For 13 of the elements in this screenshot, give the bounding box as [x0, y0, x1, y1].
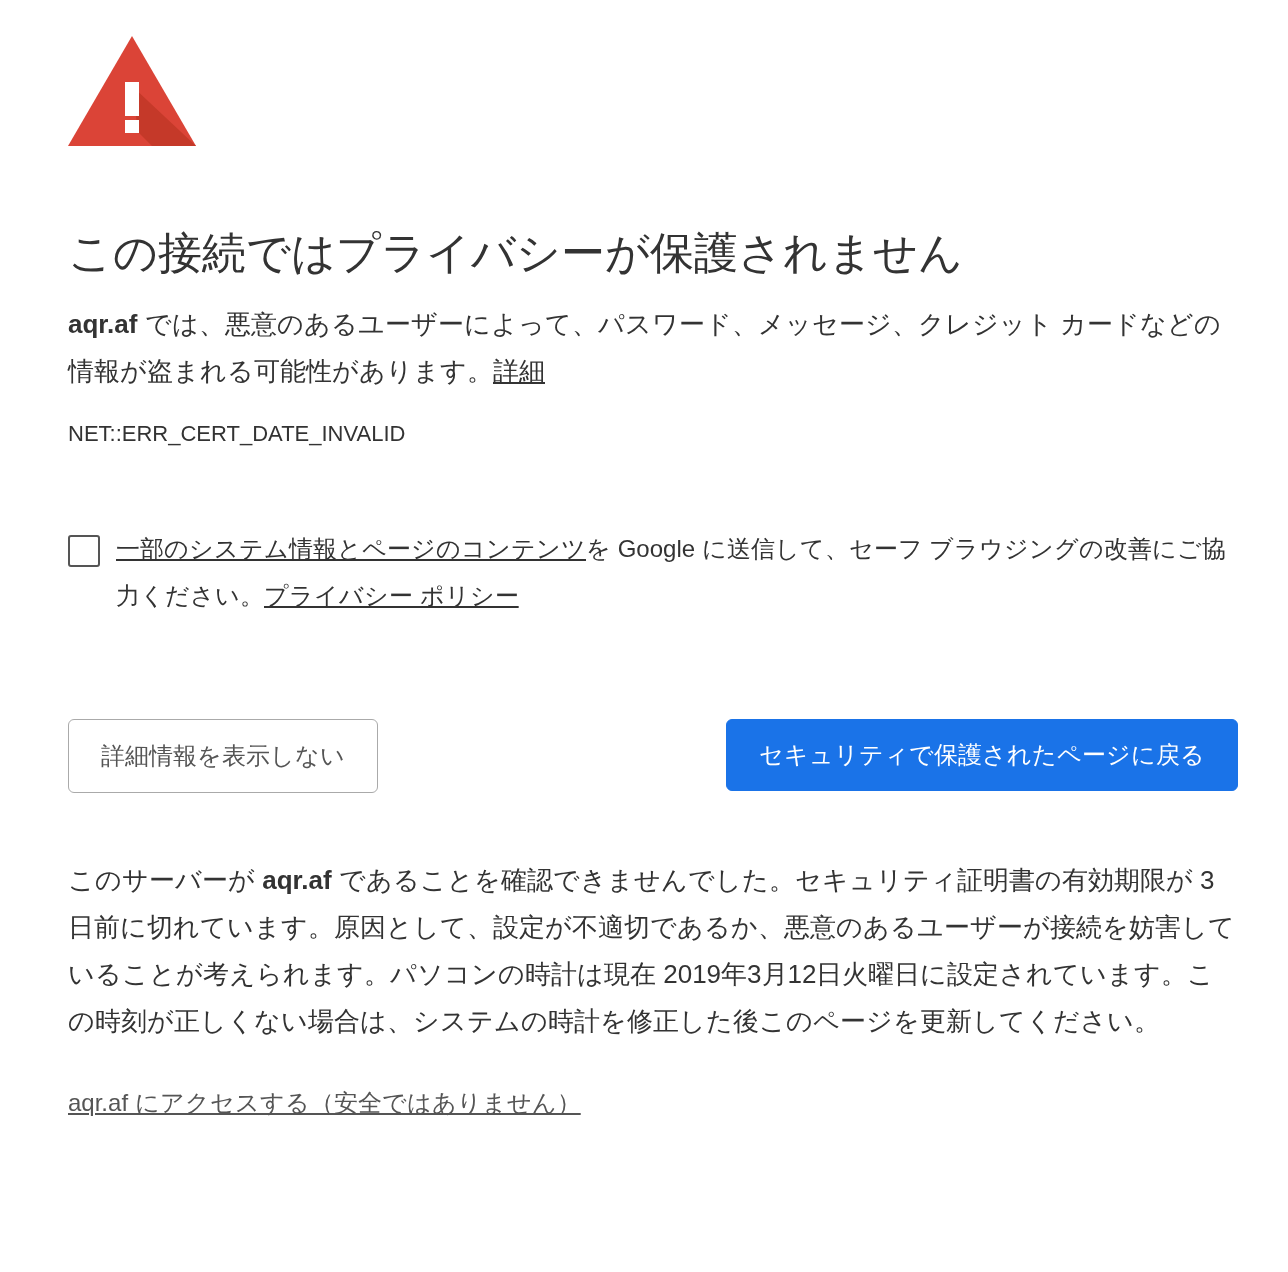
- privacy-policy-link[interactable]: プライバシー ポリシー: [264, 582, 519, 610]
- details-link[interactable]: 詳細: [493, 356, 545, 387]
- hide-details-button[interactable]: 詳細情報を表示しない: [68, 719, 378, 794]
- consent-checkbox[interactable]: [68, 535, 100, 568]
- page-heading: この接続ではプライバシーが保護されません: [68, 227, 964, 279]
- details-text: このサーバーが aqr.af であることを確認できませんでした。セキュリティ証明書の有効期限が 3 日前に切れています。原因として、設定が不適切であるか、悪意のあるユーザーが接続を妨害していることが考えられます。パソコンの時計は現在 2019年3月12日火曜日に設定されています。この時刻が正しくない場合は、システムの時計を修正した後このページを更新してください。: [68, 864, 1236, 1039]
- warning-text: aqr.af では、悪意のあるユーザーによって、パスワード、メッセージ、クレジット カードなどの情報が盗まれる可能性があります。詳細: [68, 308, 1222, 389]
- error-code: NET::ERR_CERT_DATE_INVALID: [68, 421, 407, 448]
- consent-text: 一部のシステム情報とページのコンテンツ を Google に送信して、セーフ ブラウジングの改善にご協力ください。プライバシー ポリシー: [116, 534, 1228, 612]
- warning-icon: [68, 36, 196, 146]
- system-info-link[interactable]: 一部のシステム情報とページのコンテンツ: [116, 535, 586, 563]
- proceed-link[interactable]: aqr.af にアクセスする（安全ではありません）: [68, 1087, 581, 1120]
- back-to-safety-button[interactable]: セキュリティで保護されたページに戻る: [726, 719, 1238, 792]
